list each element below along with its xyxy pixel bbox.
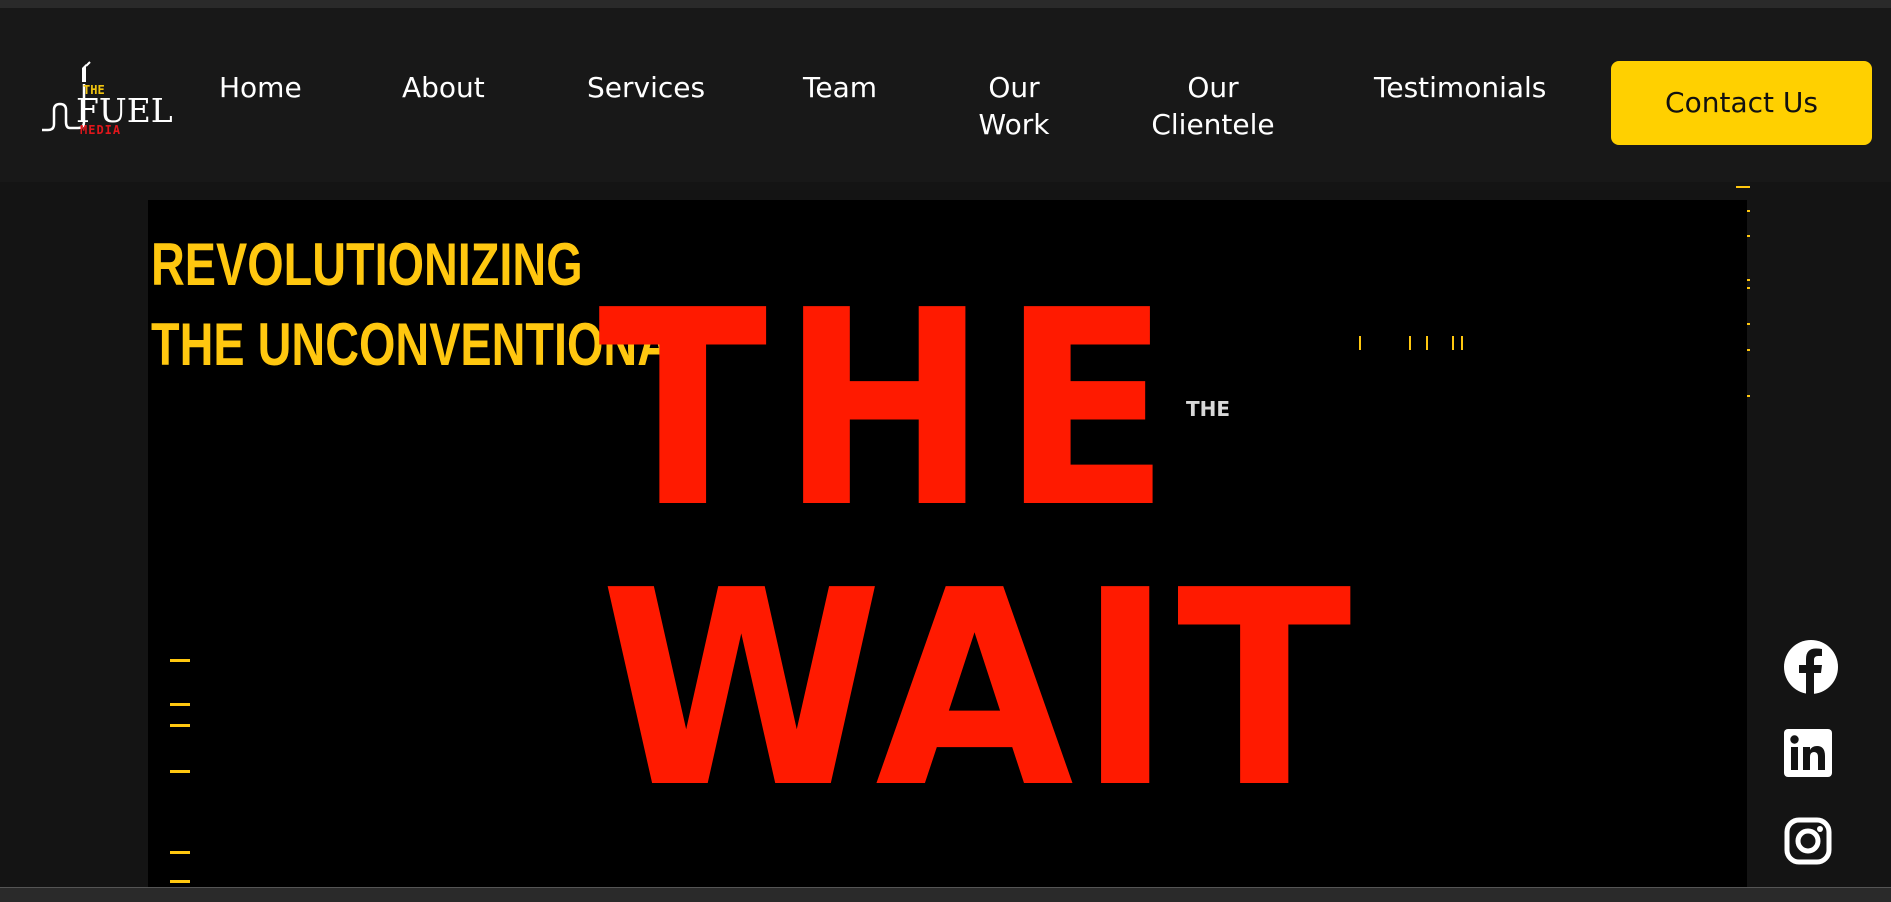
decor-tick [1409,336,1411,350]
nav-our-work-line-2: Work [978,108,1050,141]
decor-tick [1426,336,1428,350]
nav-our-clientele[interactable]: Our Clientele [1150,69,1276,143]
decor-tick [1452,336,1454,350]
hero-big-word-wait: WAIT [600,532,1356,847]
browser-bottom-edge [0,887,1891,902]
instagram-icon[interactable] [1784,817,1832,865]
decor-tick [1736,186,1750,188]
decor-tick [170,724,190,727]
nav-our-clientele-line-1: Our [1187,71,1239,104]
nav-about[interactable]: About [402,69,485,106]
hero-tagline-line-1: REVOLUTIONIZING [151,231,583,298]
decor-tick [1461,336,1463,350]
decor-tick [170,703,190,706]
hero-big-word-the: THE [598,252,1184,567]
hero-banner: REVOLUTIONIZING THE UNCONVENTIONAL THE W… [148,200,1747,890]
nav-services[interactable]: Services [587,69,705,106]
facebook-icon[interactable] [1784,640,1838,694]
nav-testimonials[interactable]: Testimonials [1374,69,1546,106]
hero-small-the: THE [1186,397,1231,421]
logo-media-text: MEDIA [80,123,122,137]
site-header: THE FUEL MEDIA Home About Services Team … [0,8,1891,182]
decor-tick [170,770,190,773]
linkedin-icon[interactable] [1784,729,1832,777]
nav-home[interactable]: Home [219,69,302,106]
nav-team[interactable]: Team [803,69,877,106]
contact-us-button[interactable]: Contact Us [1611,61,1872,145]
decor-tick [170,851,190,854]
nav-our-clientele-line-2: Clientele [1151,108,1275,141]
brand-logo[interactable]: THE FUEL MEDIA [38,58,173,142]
decor-tick [170,880,190,883]
nav-our-work[interactable]: Our Work [976,69,1052,143]
decor-tick [1359,336,1361,350]
decor-tick [170,659,190,662]
nav-our-work-line-1: Our [988,71,1040,104]
